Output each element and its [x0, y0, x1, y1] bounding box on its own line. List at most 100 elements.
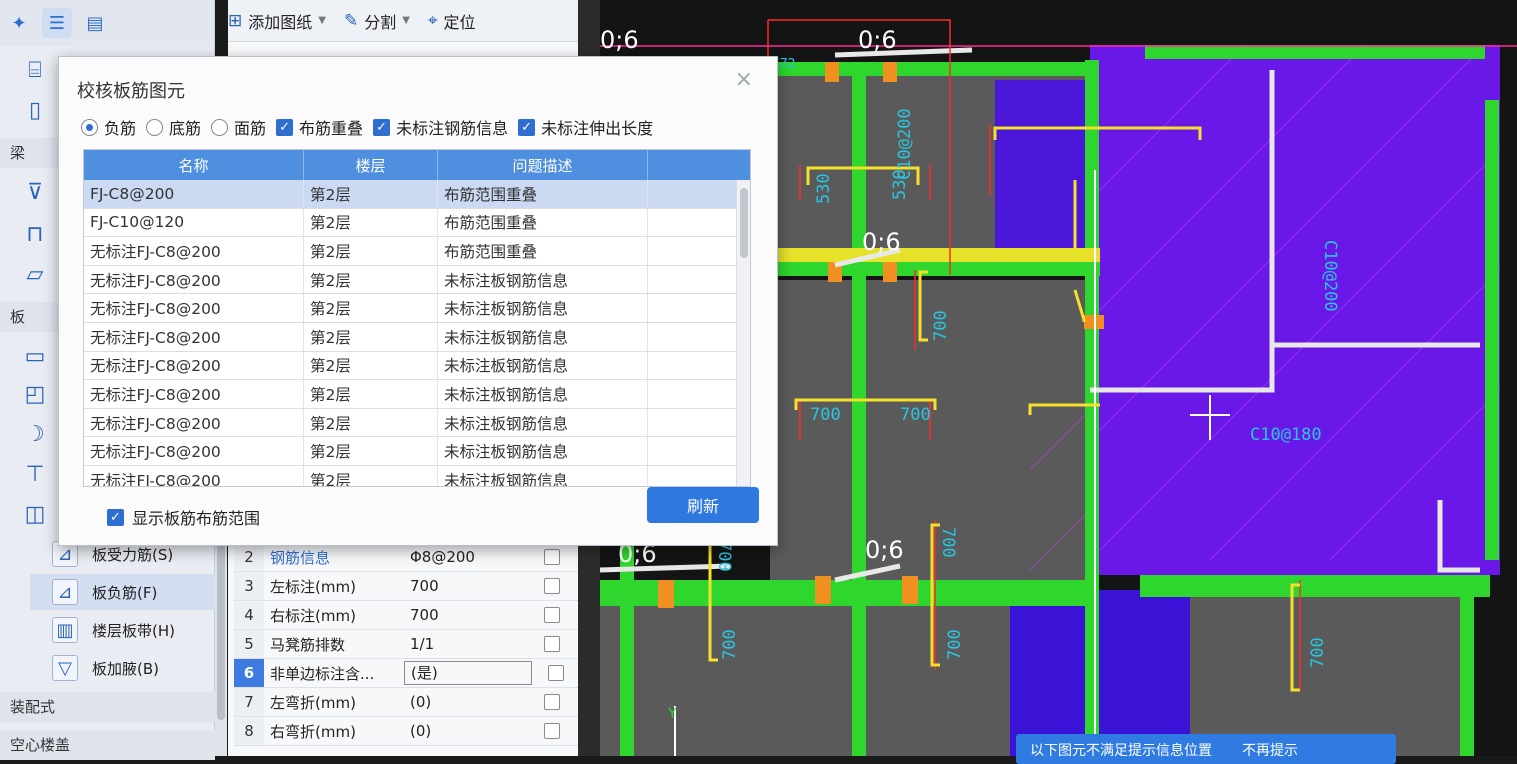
add-drawing-button[interactable]: ⊞ 添加图纸 ▼ — [228, 9, 326, 33]
list-view-icon[interactable]: ☰ — [42, 8, 72, 38]
dim-label-700: 700 — [900, 405, 931, 425]
spiral-slab-icon[interactable]: ◰ — [20, 380, 50, 408]
table-row[interactable]: FJ-C10@120 第2层 布筋范围重叠 — [84, 208, 750, 238]
pin-icon[interactable]: ✦ — [4, 8, 34, 38]
table-row[interactable]: FJ-C8@200 第2层 布筋范围重叠 — [84, 180, 750, 209]
split-button[interactable]: ✎ 分割 ▼ — [344, 9, 410, 33]
section-prefab[interactable]: 装配式 — [0, 692, 215, 722]
cell-name: 无标注FJ-C8@200 — [84, 237, 304, 265]
column-icon[interactable]: ⌸ — [20, 56, 50, 84]
radio-bottom-rebar[interactable]: 底筋 — [146, 115, 201, 139]
column-header-issue[interactable]: 问题描述 — [438, 150, 648, 180]
property-row[interactable]: 4 右标注(mm) 700 — [234, 601, 580, 630]
sidebar-item-slab-haunch[interactable]: ▽ 板加腋(B) — [30, 650, 215, 686]
property-key: 非单边标注含... — [270, 664, 375, 683]
slab-hole-icon[interactable]: ⊤ — [20, 460, 50, 488]
check-unlabeled-rebar-info[interactable]: ✓ 未标注钢筋信息 — [373, 115, 508, 139]
checkbox-checked[interactable]: ✓ — [373, 118, 391, 136]
frame-beam-icon[interactable]: ⊓ — [20, 220, 50, 248]
properties-table: 2 钢筋信息 Φ8@200 3 左标注(mm) 700 4 右标注(mm) 70… — [234, 543, 580, 746]
floor-strip-icon: ▥ — [52, 617, 78, 643]
show-rebar-range-option[interactable]: ✓ 显示板筋布筋范围 — [107, 505, 260, 529]
thickness-label: 0;6 — [862, 228, 901, 256]
slab-icon[interactable]: ▭ — [20, 342, 50, 370]
sidebar-item-slab-negative-rebar[interactable]: ⊿ 板负筋(F) — [30, 574, 215, 610]
property-value[interactable]: 700 — [404, 606, 532, 624]
notification-text: 以下图元不满足提示信息位置 — [1030, 743, 1212, 759]
dim-label-700: 700 — [810, 405, 841, 425]
column-cap-icon[interactable]: ☽ — [20, 420, 50, 448]
purple-slab-region[interactable] — [1090, 45, 1500, 575]
cell-floor: 第2层 — [304, 237, 438, 265]
filter-options: 负筋 底筋 面筋 ✓ 布筋重叠 ✓ 未标注钢筋信息 ✓ 未标注伸出长度 — [81, 115, 653, 139]
column-header-name[interactable]: 名称 — [84, 150, 304, 180]
dismiss-link[interactable]: 不再提示 — [1242, 740, 1298, 759]
property-row[interactable]: 7 左弯折(mm) (0) — [234, 688, 580, 717]
chevron-down-icon: ▼ — [318, 15, 326, 26]
property-row[interactable]: 3 左标注(mm) 700 — [234, 572, 580, 601]
property-value[interactable]: 700 — [404, 577, 532, 595]
checkbox-checked[interactable]: ✓ — [518, 118, 536, 136]
property-row[interactable]: 8 右弯折(mm) (0) — [234, 717, 580, 746]
sidebar-item-floor-strip[interactable]: ▥ 楼层板带(H) — [30, 612, 215, 648]
attach-checkbox[interactable] — [544, 723, 560, 739]
property-value[interactable]: Φ8@200 — [404, 548, 532, 566]
negative-rebar-icon: ⊿ — [52, 579, 78, 605]
attach-checkbox[interactable] — [548, 665, 564, 681]
table-scrollbar[interactable] — [736, 180, 750, 486]
rebar-spec-c10-200: C10@200 — [1320, 240, 1340, 312]
checkbox-checked[interactable]: ✓ — [276, 118, 294, 136]
scrollbar-thumb[interactable] — [740, 188, 748, 258]
property-value[interactable]: (0) — [404, 722, 532, 740]
detail-view-icon[interactable]: ▤ — [80, 8, 110, 38]
yellow-beam[interactable] — [770, 248, 1100, 262]
property-value-input[interactable]: (是) — [404, 661, 532, 685]
row-number: 4 — [234, 601, 264, 629]
sidebar-item-label: 板加腋(B) — [92, 659, 159, 678]
beam-icon[interactable]: ⊽ — [20, 178, 50, 206]
dim-label-700: 700 — [945, 629, 965, 660]
attach-checkbox[interactable] — [544, 607, 560, 623]
table-row[interactable]: 无标注FJ-C8@200 第2层 未标注板钢筋信息 — [84, 294, 750, 323]
property-row[interactable]: 2 钢筋信息 Φ8@200 — [234, 543, 580, 572]
radio-button[interactable] — [211, 118, 229, 136]
table-row[interactable]: 无标注FJ-C8@200 第2层 未标注板钢筋信息 — [84, 437, 750, 466]
check-rebar-overlap[interactable]: ✓ 布筋重叠 — [276, 115, 363, 139]
property-row[interactable]: 5 马凳筋排数 1/1 — [234, 630, 580, 659]
radio-top-rebar[interactable]: 面筋 — [211, 115, 266, 139]
checkbox-checked[interactable]: ✓ — [107, 508, 124, 526]
close-icon[interactable]: × — [735, 67, 753, 92]
attach-checkbox[interactable] — [544, 636, 560, 652]
radio-button[interactable] — [81, 118, 98, 136]
table-row[interactable]: 无标注FJ-C8@200 第2层 未标注板钢筋信息 — [84, 408, 750, 438]
radio-negative-rebar[interactable]: 负筋 — [81, 115, 136, 139]
attach-checkbox[interactable] — [544, 578, 560, 594]
slab-rebar-icon[interactable]: ◫ — [20, 500, 50, 528]
attach-checkbox[interactable] — [544, 694, 560, 710]
property-value[interactable]: (0) — [404, 693, 532, 711]
sidebar-item-label: 板负筋(F) — [92, 583, 158, 602]
cell-issue: 未标注板钢筋信息 — [438, 265, 648, 294]
table-row[interactable]: 无标注FJ-C8@200 第2层 未标注板钢筋信息 — [84, 265, 750, 295]
locate-button[interactable]: ⌖ 定位 — [428, 9, 476, 33]
table-row[interactable]: 无标注FJ-C8@200 第2层 未标注板钢筋信息 — [84, 380, 750, 409]
add-drawing-icon: ⊞ — [228, 10, 243, 31]
purple-slab-region[interactable] — [1010, 590, 1190, 756]
locate-label: 定位 — [443, 12, 476, 32]
column-header-floor[interactable]: 楼层 — [304, 150, 438, 180]
property-row[interactable]: 6 非单边标注含... (是) — [234, 659, 580, 688]
slab-area[interactable] — [1190, 590, 1470, 756]
table-row[interactable]: 无标注FJ-C8@200 第2层 未标注板钢筋信息 — [84, 351, 750, 381]
radio-button[interactable] — [146, 118, 164, 136]
attach-checkbox[interactable] — [544, 549, 560, 565]
table-row[interactable]: 无标注FJ-C8@200 第2层 未标注板钢筋信息 — [84, 465, 750, 486]
wall-icon[interactable]: ▯ — [20, 96, 50, 124]
cell-name: 无标注FJ-C8@200 — [84, 380, 304, 408]
property-value[interactable]: 1/1 — [404, 635, 532, 653]
table-row[interactable]: 无标注FJ-C8@200 第2层 布筋范围重叠 — [84, 237, 750, 266]
check-unlabeled-extension[interactable]: ✓ 未标注伸出长度 — [518, 115, 653, 139]
table-row[interactable]: 无标注FJ-C8@200 第2层 未标注板钢筋信息 — [84, 322, 750, 352]
cell-issue: 未标注板钢筋信息 — [438, 322, 648, 351]
ring-beam-icon[interactable]: ▱ — [20, 260, 50, 288]
refresh-button[interactable]: 刷新 — [647, 487, 759, 523]
